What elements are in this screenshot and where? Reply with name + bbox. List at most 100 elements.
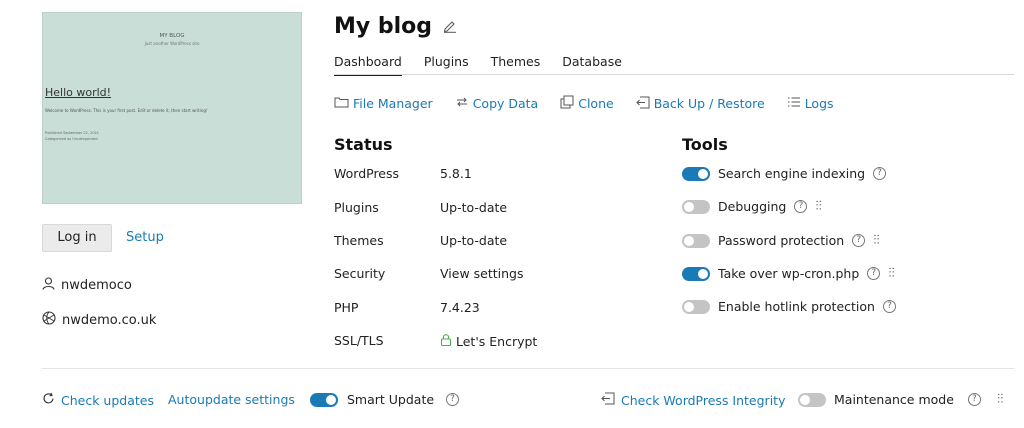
refresh-icon [42, 392, 55, 408]
tab-themes[interactable]: Themes [491, 54, 541, 76]
ssl-value: Let's Encrypt [440, 333, 537, 349]
check-integrity-label: Check WordPress Integrity [621, 392, 786, 408]
maintenance-mode-toggle[interactable] [798, 392, 826, 407]
help-icon[interactable]: ? [794, 200, 808, 213]
setup-link[interactable]: Setup [126, 230, 164, 245]
tool-label: Debugging [718, 199, 787, 214]
status-key: WordPress [334, 166, 400, 181]
user-icon [42, 277, 55, 294]
username: nwdemoco [61, 278, 132, 293]
preview-post-category: Categorized as Uncategorized [45, 137, 98, 141]
status-row-wordpress: WordPress 5.8.1 [334, 166, 654, 181]
folder-icon [334, 96, 349, 111]
search-indexing-toggle[interactable] [682, 166, 710, 181]
copy-data-link[interactable]: Copy Data [455, 95, 539, 112]
ssl-provider: Let's Encrypt [456, 333, 538, 349]
smart-update-toggle[interactable] [310, 392, 338, 407]
preview-post-meta: Published September 22, 2021 [45, 131, 100, 135]
page-title: My blog [334, 14, 457, 39]
settings-sliders-icon[interactable]: ⫶⫶ [873, 234, 880, 247]
clone-label: Clone [578, 96, 614, 111]
file-manager-label: File Manager [353, 96, 433, 111]
status-row-php: PHP 7.4.23 [334, 300, 654, 315]
autoupdate-settings-link[interactable]: Autoupdate settings [168, 392, 295, 407]
logs-label: Logs [804, 96, 834, 111]
debugging-toggle[interactable] [682, 199, 710, 214]
maintenance-mode-control: Maintenance mode ? ⫶⫶ [798, 392, 1003, 407]
settings-sliders-icon[interactable]: ⫶⫶ [997, 393, 1004, 406]
backup-icon [635, 96, 650, 112]
maintenance-mode-label: Maintenance mode [834, 392, 954, 407]
tool-wp-cron: Take over wp-cron.php ? ⫶⫶ [682, 266, 895, 281]
status-key: Security [334, 266, 386, 281]
tab-dashboard[interactable]: Dashboard [334, 54, 402, 76]
file-manager-link[interactable]: File Manager [334, 95, 433, 112]
site-title-text: My blog [334, 14, 433, 39]
tab-plugins[interactable]: Plugins [424, 54, 469, 76]
help-icon[interactable]: ? [446, 393, 460, 406]
domain-row: nwdemo.co.uk [42, 311, 156, 329]
status-row-security: Security View settings [334, 266, 654, 281]
tool-label: Search engine indexing [718, 166, 866, 181]
tool-label: Take over wp-cron.php [718, 266, 860, 281]
tools-heading: Tools [682, 135, 728, 154]
tool-label: Password protection [718, 233, 845, 248]
tool-debugging: Debugging ? ⫶⫶ [682, 199, 822, 214]
wp-cron-toggle[interactable] [682, 266, 710, 281]
site-preview[interactable]: MY BLOG Just another WordPress site Hell… [42, 12, 302, 204]
integrity-icon [601, 392, 615, 408]
tab-bar: Dashboard Plugins Themes Database [334, 54, 622, 76]
edit-pencil-icon[interactable] [442, 14, 457, 39]
list-icon [787, 96, 801, 111]
logs-link[interactable]: Logs [787, 95, 834, 112]
status-value: Up-to-date [440, 233, 508, 248]
help-icon[interactable]: ? [873, 167, 887, 180]
login-button[interactable]: Log in [42, 224, 112, 252]
help-icon[interactable]: ? [867, 267, 881, 280]
tool-label: Enable hotlink protection [718, 299, 875, 314]
backup-restore-link[interactable]: Back Up / Restore [635, 95, 765, 112]
view-settings-link[interactable]: View settings [440, 266, 523, 281]
status-value: Up-to-date [440, 200, 508, 215]
status-row-plugins: Plugins Up-to-date [334, 200, 654, 215]
preview-post-title: Hello world! [45, 86, 112, 99]
copy-data-label: Copy Data [472, 96, 539, 111]
status-key: Themes [334, 233, 384, 248]
domain-name: nwdemo.co.uk [62, 312, 157, 328]
status-key: Plugins [334, 200, 379, 215]
help-icon[interactable]: ? [882, 300, 896, 313]
tool-search-indexing: Search engine indexing ? [682, 166, 887, 181]
status-value: 5.8.1 [440, 166, 472, 181]
smart-update-control: Smart Update ? [310, 392, 460, 407]
hotlink-protection-toggle[interactable] [682, 299, 710, 314]
status-row-themes: Themes Up-to-date [334, 233, 654, 248]
check-integrity-link[interactable]: Check WordPress Integrity [601, 392, 785, 408]
help-icon[interactable]: ? [967, 393, 981, 406]
preview-post-text: Welcome to WordPress. This is your first… [45, 108, 208, 113]
tabs-divider [334, 74, 1014, 75]
tab-database[interactable]: Database [562, 54, 622, 76]
check-updates-label: Check updates [61, 392, 154, 408]
smart-update-label: Smart Update [347, 392, 435, 407]
status-key: SSL/TLS [334, 333, 384, 348]
status-heading: Status [334, 135, 393, 154]
preview-site-name: MY BLOG [159, 33, 185, 39]
username-row: nwdemoco [42, 277, 132, 294]
status-value: 7.4.23 [440, 300, 480, 315]
bottom-divider [42, 368, 1014, 369]
settings-sliders-icon[interactable]: ⫶⫶ [815, 200, 822, 213]
action-bar: File Manager Copy Data Clone Back Up / R… [334, 95, 834, 112]
globe-icon [42, 311, 56, 329]
backup-label: Back Up / Restore [653, 96, 765, 111]
preview-tagline: Just another WordPress site [144, 41, 200, 46]
clone-link[interactable]: Clone [560, 95, 614, 112]
status-row-ssl: SSL/TLS Let's Encrypt [334, 333, 654, 349]
help-icon[interactable]: ? [852, 234, 866, 247]
check-updates-link[interactable]: Check updates [42, 392, 154, 408]
settings-sliders-icon[interactable]: ⫶⫶ [888, 267, 895, 280]
password-protection-toggle[interactable] [682, 233, 710, 248]
copy-arrows-icon [455, 96, 469, 111]
status-key: PHP [334, 300, 359, 315]
clone-icon [560, 95, 574, 112]
lock-icon [440, 333, 452, 349]
